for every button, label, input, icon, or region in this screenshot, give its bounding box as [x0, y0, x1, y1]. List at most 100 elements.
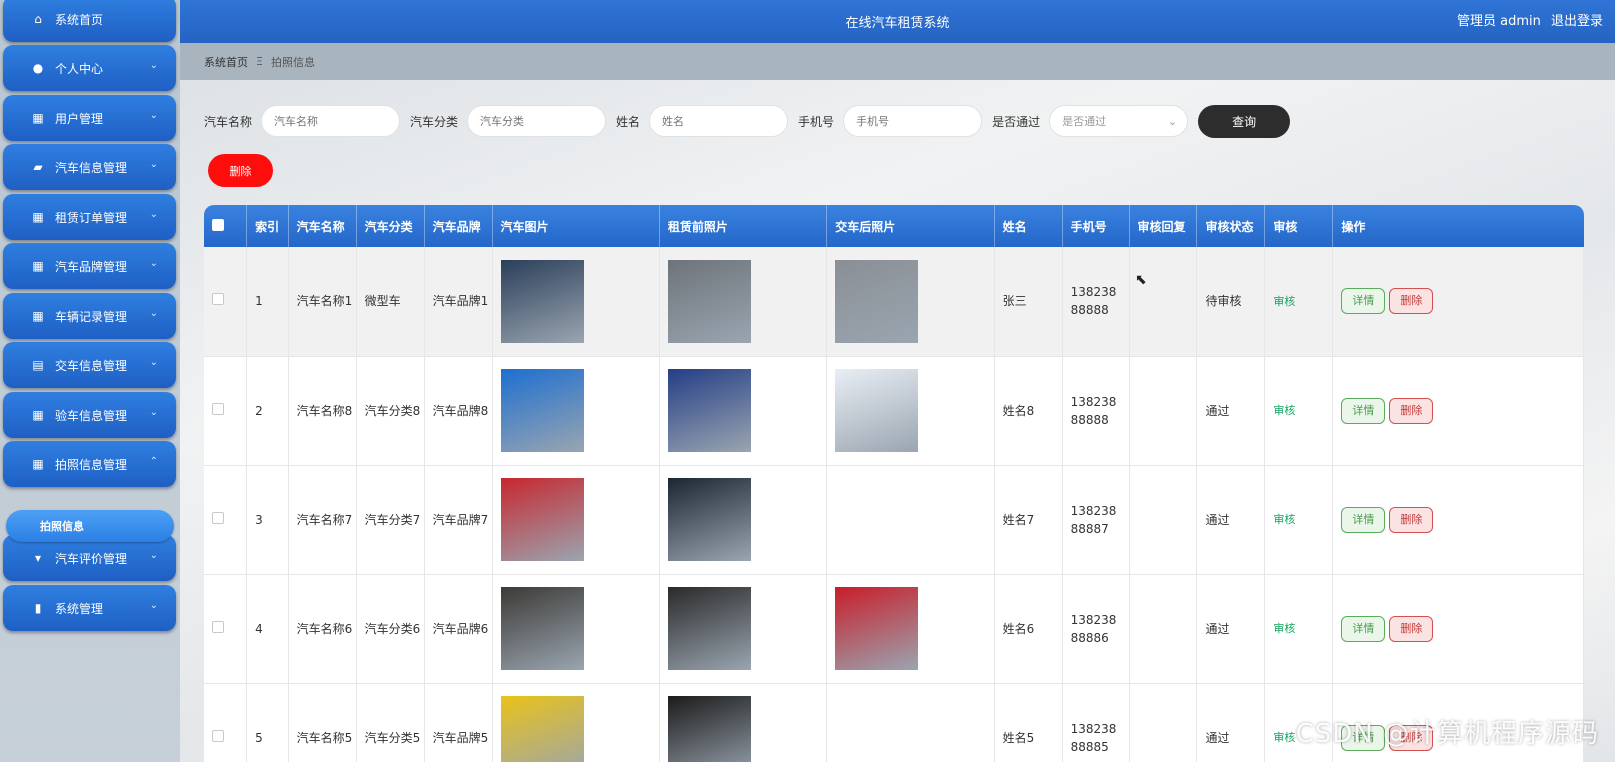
photo-thumbnail[interactable] — [667, 369, 751, 452]
grid-icon: ▦ — [32, 210, 44, 224]
category-cell: 汽车分类7 — [356, 465, 425, 575]
photo-thumbnail[interactable] — [667, 696, 751, 762]
photo-thumbnail[interactable] — [667, 478, 751, 561]
sidebar-item-1[interactable]: ● 个人中心 ⌄ — [3, 45, 176, 91]
photo-thumbnail[interactable] — [500, 369, 584, 452]
reply-cell — [1129, 356, 1198, 466]
sidebar-item-6[interactable]: ▦ 车辆记录管理 ⌄ — [3, 293, 176, 339]
search-bar: 汽车名称 汽车分类 姓名 手机号 是否通过 是否通过 ⌄ 查询 — [204, 104, 1291, 138]
batch-delete-button[interactable]: 删除 — [208, 154, 273, 187]
detail-button[interactable]: 详情 — [1341, 288, 1386, 315]
brand-cell: 汽车品牌1 — [424, 247, 493, 357]
chevron-icon: ⌄ — [149, 308, 158, 319]
sidebar-item-label: 系统管理 — [55, 601, 104, 616]
photo-thumbnail[interactable] — [500, 478, 584, 561]
delete-button[interactable]: 删除 — [1389, 506, 1434, 533]
apps-icon: ▦ — [32, 457, 44, 471]
image-cell — [659, 356, 828, 466]
sidebar-item-5[interactable]: ▦ 汽车品牌管理 ⌄ — [3, 243, 176, 289]
person-name-cell: 姓名8 — [994, 356, 1063, 466]
query-button[interactable]: 查询 — [1198, 104, 1291, 138]
chevron-icon: ⌄ — [149, 550, 158, 561]
sidebar-item-2[interactable]: ▦ 用户管理 ⌄ — [3, 95, 176, 141]
sidebar-item-8[interactable]: ▦ 验车信息管理 ⌄ — [3, 392, 176, 438]
row-checkbox[interactable] — [212, 402, 224, 415]
detail-button[interactable]: 详情 — [1341, 506, 1386, 533]
column-header: 汽车分类 — [356, 205, 425, 247]
audit-link[interactable]: 审核 — [1273, 513, 1295, 526]
delete-button[interactable]: 删除 — [1389, 615, 1434, 642]
photo-thumbnail[interactable] — [835, 587, 919, 670]
image-cell — [659, 683, 828, 762]
home-icon: ⌂ — [34, 12, 42, 26]
delete-button[interactable]: 删除 — [1389, 397, 1434, 424]
sidebar-item-3[interactable]: ▰ 汽车信息管理 ⌄ — [3, 144, 176, 190]
table-row: 2 汽车名称8 汽车分类8 汽车品牌8 姓名8 13823888888 通过 审核 详情 删除 — [204, 356, 1584, 466]
category-label: 汽车分类 — [410, 114, 459, 129]
row-index: 2 — [246, 356, 289, 466]
photo-thumbnail[interactable] — [500, 587, 584, 670]
audit-link[interactable]: 审核 — [1273, 295, 1295, 308]
name-label: 姓名 — [616, 114, 641, 129]
grid-icon: ▦ — [32, 309, 44, 323]
sidebar-item-label: 个人中心 — [55, 61, 104, 76]
select-all-checkbox[interactable] — [212, 218, 224, 231]
sidebar-item-label: 车辆记录管理 — [55, 309, 128, 324]
image-cell — [492, 465, 660, 575]
sidebar-item-0[interactable]: ⌂ 系统首页 — [3, 0, 176, 42]
row-checkbox[interactable] — [212, 293, 224, 306]
car-name-label: 汽车名称 — [204, 114, 253, 129]
sidebar-item-4[interactable]: ▦ 租赁订单管理 ⌄ — [3, 194, 176, 240]
audit-link[interactable]: 审核 — [1273, 622, 1295, 635]
row-checkbox[interactable] — [212, 620, 224, 633]
breadcrumb: 系统首页 Ξ 拍照信息 — [180, 43, 1615, 80]
image-cell — [826, 683, 995, 762]
photo-thumbnail[interactable] — [835, 369, 919, 452]
grid-icon: ▦ — [32, 259, 44, 273]
phone-input[interactable] — [843, 105, 983, 137]
chevron-icon: ⌄ — [149, 110, 158, 121]
photo-thumbnail[interactable] — [667, 587, 751, 670]
grid-icon: ▦ — [32, 111, 44, 125]
grid-icon: ▦ — [32, 408, 44, 422]
image-cell — [826, 574, 995, 684]
sidebar-subitem-photo-info[interactable]: 拍照信息 — [6, 510, 174, 542]
photo-thumbnail[interactable] — [500, 259, 584, 343]
name-input[interactable] — [649, 105, 789, 137]
pass-select[interactable]: 是否通过 ⌄ — [1049, 105, 1189, 137]
main-content: 汽车名称 汽车分类 姓名 手机号 是否通过 是否通过 ⌄ 查询 删除 索引汽车名… — [180, 80, 1615, 762]
audit-link[interactable]: 审核 — [1273, 731, 1295, 744]
row-index: 4 — [246, 574, 289, 684]
breadcrumb-home[interactable]: 系统首页 — [204, 54, 248, 70]
sidebar-item-9[interactable]: ▦ 拍照信息管理 ⌃ — [3, 441, 176, 487]
table-row: 3 汽车名称7 汽车分类7 汽车品牌7 姓名7 13823888887 通过 审核 详情 删除 — [204, 465, 1584, 575]
photo-thumbnail[interactable] — [835, 259, 919, 343]
phone-cell: 13823888888 — [1062, 356, 1130, 466]
column-header: 姓名 — [994, 205, 1063, 247]
photo-thumbnail[interactable] — [500, 696, 584, 762]
chevron-icon: ⌄ — [149, 209, 158, 220]
row-checkbox[interactable] — [212, 729, 224, 742]
detail-button[interactable]: 详情 — [1341, 397, 1386, 424]
sidebar-item-11[interactable]: ▮ 系统管理 ⌄ — [3, 585, 176, 631]
delete-button[interactable]: 删除 — [1389, 288, 1434, 315]
row-checkbox[interactable] — [212, 511, 224, 524]
top-header: 在线汽车租赁系统 管理员 admin 退出登录 — [180, 0, 1615, 43]
image-cell — [659, 247, 828, 357]
sidebar-item-7[interactable]: ▤ 交车信息管理 ⌄ — [3, 342, 176, 388]
category-input[interactable] — [467, 105, 607, 137]
chevron-icon: ⌄ — [149, 159, 158, 170]
image-cell — [492, 683, 660, 762]
image-cell — [492, 356, 660, 466]
detail-button[interactable]: 详情 — [1341, 615, 1386, 642]
row-index: 3 — [246, 465, 289, 575]
status-cell: 通过 — [1196, 356, 1266, 466]
car-name-input[interactable] — [261, 105, 401, 137]
audit-link[interactable]: 审核 — [1273, 404, 1295, 417]
photo-thumbnail[interactable] — [667, 259, 751, 343]
category-cell: 汽车分类5 — [356, 683, 425, 762]
mouse-cursor-icon: ⬉ — [1135, 272, 1147, 288]
watermark-text: CSDN @计算机程序源码 — [1295, 719, 1599, 749]
logout-link[interactable]: 退出登录 — [1551, 14, 1603, 29]
phone-cell: 13823888887 — [1062, 465, 1130, 575]
